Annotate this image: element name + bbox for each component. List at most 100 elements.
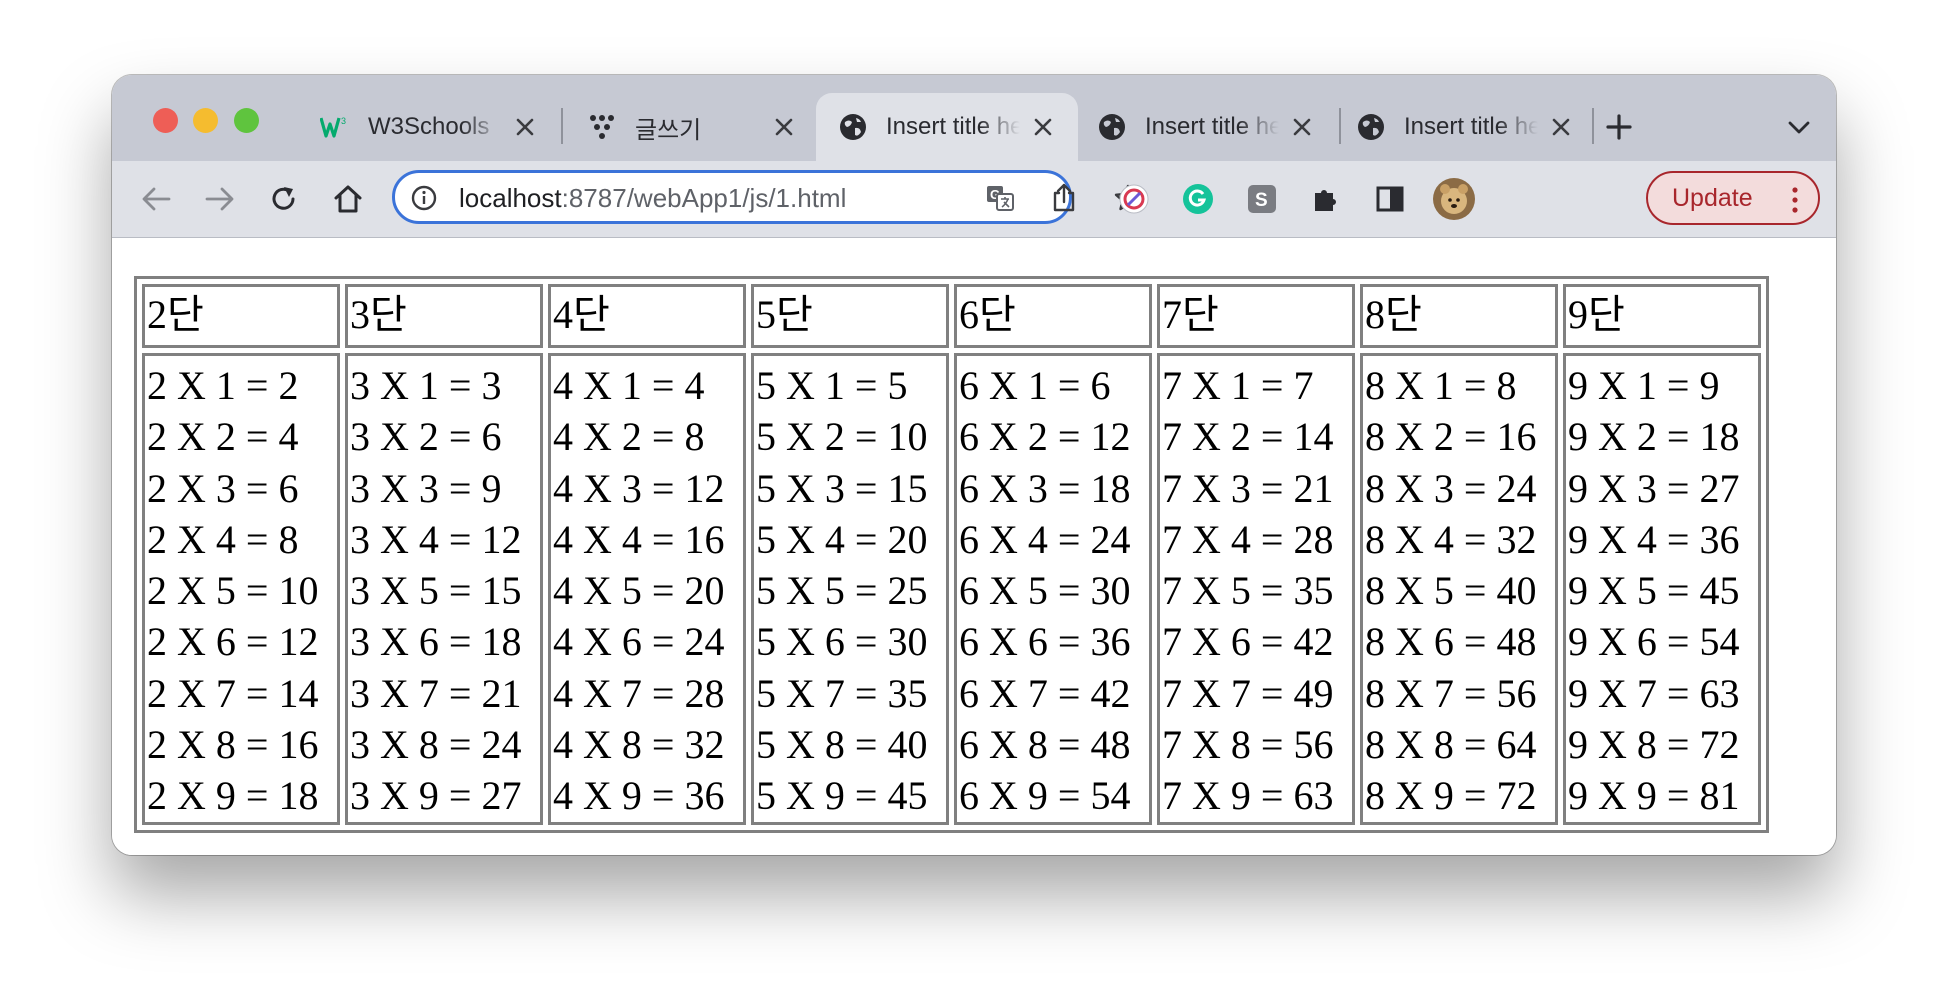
equation: 8 X 2 = 16: [1365, 414, 1537, 460]
equation: 7 X 2 = 14: [1162, 414, 1334, 460]
equation: 2 X 2 = 4: [147, 414, 299, 460]
equation: 9 X 5 = 45: [1568, 568, 1740, 614]
equation: 3 X 4 = 12: [350, 516, 522, 562]
equation: 7 X 3 = 21: [1162, 465, 1334, 511]
tab-insert-title-2[interactable]: Insert title here: [1075, 93, 1337, 161]
equation: 6 X 8 = 48: [959, 722, 1131, 768]
equation: 5 X 3 = 15: [756, 465, 928, 511]
home-icon[interactable]: [328, 179, 368, 219]
url-path: :8787/webApp1/js/1.html: [561, 183, 847, 213]
equation: 4 X 8 = 32: [553, 722, 725, 768]
profile-avatar[interactable]: [1430, 175, 1478, 223]
back-arrow-icon[interactable]: [136, 179, 176, 219]
extensions-puzzle-icon[interactable]: [1306, 179, 1346, 219]
minimize-window-button[interactable]: [193, 108, 218, 133]
close-icon[interactable]: [1548, 114, 1574, 140]
equation: 8 X 5 = 40: [1365, 568, 1537, 614]
table-cell: 4 X 1 = 4 4 X 2 = 8 4 X 3 = 12 4 X 4 = 1…: [548, 353, 746, 825]
tab-insert-title-3[interactable]: Insert title here: [1334, 93, 1596, 161]
tab-separator: [1592, 108, 1594, 144]
url-host: localhost: [459, 183, 562, 213]
url-text[interactable]: localhost:8787/webApp1/js/1.html: [459, 183, 846, 214]
close-icon[interactable]: [1030, 114, 1056, 140]
tab-title: 글쓰기: [635, 109, 761, 145]
equation: 5 X 7 = 35: [756, 670, 928, 716]
header-cell: 9단: [1563, 284, 1761, 348]
equation: 7 X 8 = 56: [1162, 722, 1334, 768]
equation: 5 X 6 = 30: [756, 619, 928, 665]
equation: 4 X 9 = 36: [553, 773, 725, 819]
equation: 5 X 2 = 10: [756, 414, 928, 460]
equation: 3 X 8 = 24: [350, 722, 522, 768]
header-cell: 3단: [345, 284, 543, 348]
browser-window: 3 W3Schools 글쓰기 Insert title here: [112, 75, 1836, 855]
close-icon[interactable]: [771, 114, 797, 140]
zoom-window-button[interactable]: [234, 108, 259, 133]
table-cell: 5 X 1 = 5 5 X 2 = 10 5 X 3 = 15 5 X 4 = …: [751, 353, 949, 825]
dots-logo-icon: [587, 112, 617, 142]
equation: 8 X 1 = 8: [1365, 363, 1517, 408]
equation: 6 X 4 = 24: [959, 516, 1131, 562]
equation: 9 X 1 = 9: [1568, 363, 1720, 408]
globe-icon: [1097, 112, 1127, 142]
tab-strip: 3 W3Schools 글쓰기 Insert title here: [112, 75, 1836, 161]
table-cell: 8 X 1 = 8 8 X 2 = 16 8 X 3 = 24 8 X 4 = …: [1360, 353, 1558, 825]
equation: 8 X 6 = 48: [1365, 619, 1537, 665]
equation: 3 X 2 = 6: [350, 414, 502, 460]
tab-writing[interactable]: 글쓰기: [565, 93, 819, 161]
grammarly-extension-icon[interactable]: [1178, 179, 1218, 219]
multiplication-table: 2단 3단 4단 5단 6단 7단 8단 9단 2 X 1 = 2 2 X 2 …: [134, 276, 1769, 833]
info-icon[interactable]: [411, 185, 437, 211]
header-cell: 7단: [1157, 284, 1355, 348]
equation: 8 X 7 = 56: [1365, 670, 1537, 716]
equation: 6 X 6 = 36: [959, 619, 1131, 665]
equation: 2 X 5 = 10: [147, 568, 319, 614]
equation: 3 X 3 = 9: [350, 465, 502, 511]
equation: 2 X 7 = 14: [147, 670, 319, 716]
equation: 8 X 9 = 72: [1365, 773, 1537, 819]
table-cell: 3 X 1 = 3 3 X 2 = 6 3 X 3 = 9 3 X 4 = 12…: [345, 353, 543, 825]
equation: 3 X 1 = 3: [350, 363, 502, 408]
translate-icon[interactable]: G: [985, 183, 1015, 213]
tab-insert-title-active[interactable]: Insert title here: [816, 93, 1078, 161]
equation: 5 X 5 = 25: [756, 568, 928, 614]
tab-w3schools[interactable]: 3 W3Schools: [298, 93, 560, 161]
header-cell: 8단: [1360, 284, 1558, 348]
equation: 4 X 1 = 4: [553, 363, 705, 408]
close-icon[interactable]: [512, 114, 538, 140]
equation: 9 X 6 = 54: [1568, 619, 1740, 665]
new-tab-plus-icon[interactable]: [1602, 110, 1636, 144]
s-extension-icon[interactable]: S: [1242, 179, 1282, 219]
equation: 3 X 5 = 15: [350, 568, 522, 614]
tab-title: W3Schools: [368, 113, 502, 141]
svg-text:S: S: [1255, 190, 1268, 211]
body-row: 2 X 1 = 2 2 X 2 = 4 2 X 3 = 6 2 X 4 = 8 …: [142, 353, 1761, 825]
close-window-button[interactable]: [153, 108, 178, 133]
update-button[interactable]: Update: [1646, 171, 1820, 225]
forward-arrow-icon[interactable]: [200, 179, 240, 219]
tab-title: Insert title here: [1404, 113, 1538, 141]
tab-title: Insert title here: [886, 113, 1020, 141]
table-cell: 9 X 1 = 9 9 X 2 = 18 9 X 3 = 27 9 X 4 = …: [1563, 353, 1761, 825]
reload-icon[interactable]: [264, 179, 304, 219]
side-panel-icon[interactable]: [1370, 179, 1410, 219]
blocker-extension-icon[interactable]: [1114, 179, 1154, 219]
equation: 7 X 1 = 7: [1162, 363, 1314, 408]
equation: 8 X 8 = 64: [1365, 722, 1537, 768]
equation: 5 X 4 = 20: [756, 516, 928, 562]
tab-search-chevron-down-icon[interactable]: [1784, 113, 1814, 143]
header-cell: 5단: [751, 284, 949, 348]
more-menu-icon[interactable]: [1792, 187, 1798, 213]
globe-icon: [1356, 112, 1386, 142]
equation: 4 X 3 = 12: [553, 465, 725, 511]
close-icon[interactable]: [1289, 114, 1315, 140]
header-cell: 6단: [954, 284, 1152, 348]
update-label: Update: [1672, 183, 1753, 212]
equation: 4 X 4 = 16: [553, 516, 725, 562]
w3schools-logo-icon: 3: [320, 112, 350, 142]
equation: 3 X 7 = 21: [350, 670, 522, 716]
address-bar[interactable]: localhost:8787/webApp1/js/1.html G: [392, 170, 1142, 224]
table-cell: 6 X 1 = 6 6 X 2 = 12 6 X 3 = 18 6 X 4 = …: [954, 353, 1152, 825]
equation: 4 X 7 = 28: [553, 670, 725, 716]
share-icon[interactable]: [1049, 183, 1079, 213]
